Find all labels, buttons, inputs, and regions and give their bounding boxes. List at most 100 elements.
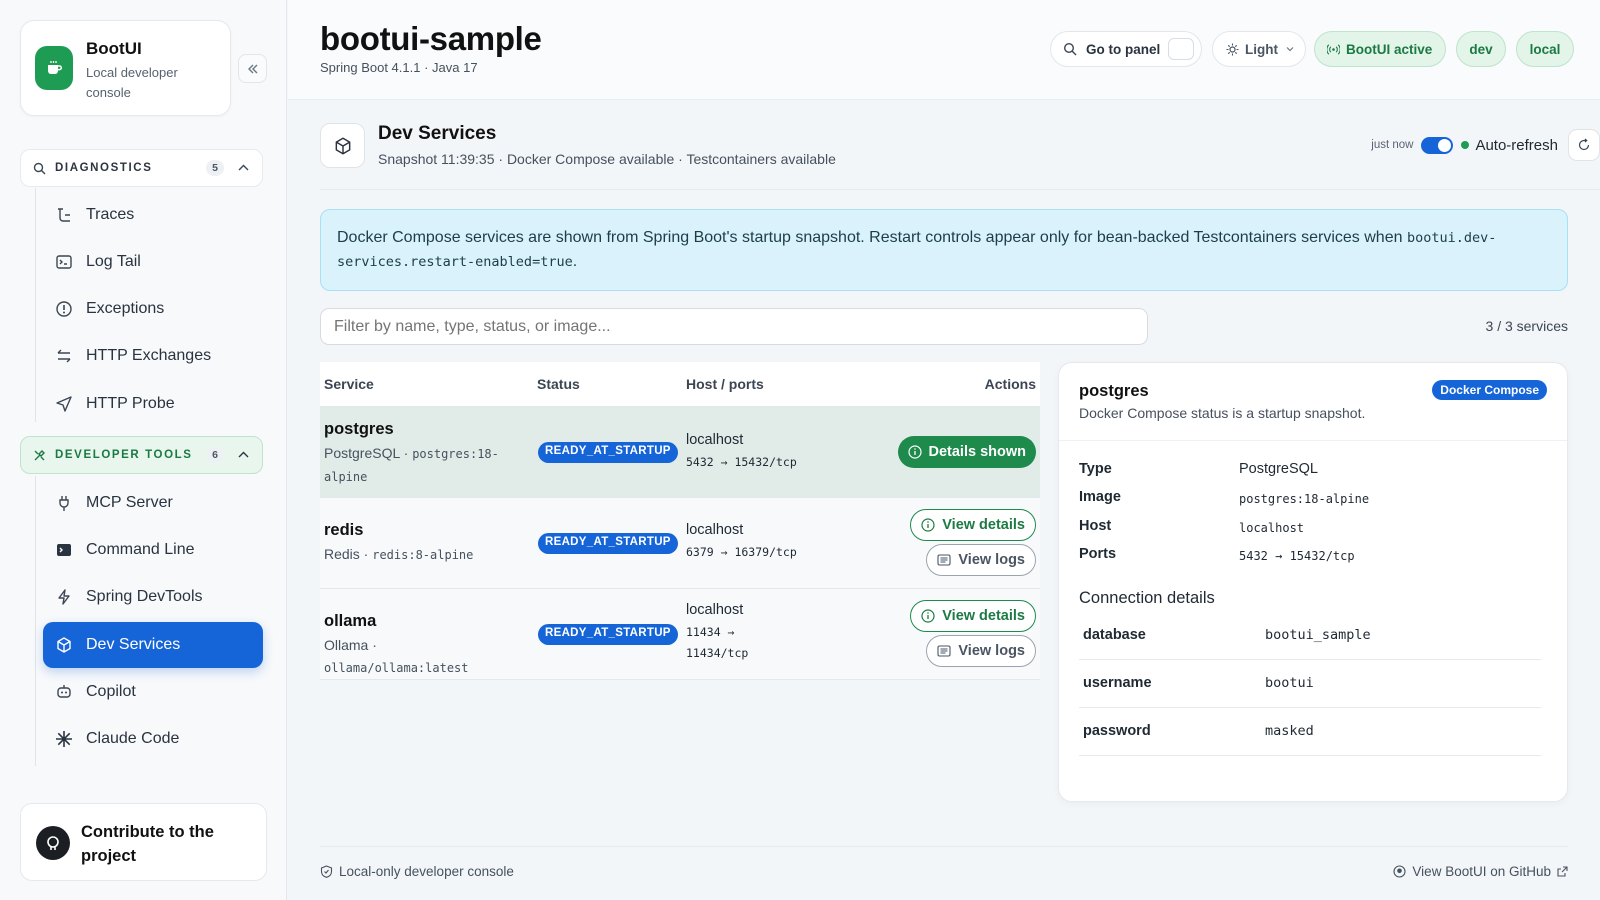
sun-icon [1226, 43, 1239, 55]
dev-services-header: Dev Services Snapshot 11:39:35 · Docker … [320, 120, 1600, 190]
sidebar-item-spring-devtools[interactable]: Spring DevTools [43, 574, 263, 620]
service-host: localhost [686, 602, 744, 618]
sidebar-item-label: Command Line [86, 541, 195, 558]
sidebar: BootUI Local developer console DIAGNOSTI… [0, 0, 287, 900]
sidebar-item-exceptions[interactable]: Exceptions [43, 286, 263, 332]
view-details-label: View details [942, 517, 1025, 533]
collapse-sidebar-button[interactable] [238, 54, 267, 83]
brand-card: BootUI Local developer console [20, 20, 231, 116]
service-ports-cont: 11434/tcp [686, 646, 749, 660]
table-header: Service Status Host / ports Actions [320, 362, 1040, 407]
chevron-up-icon [238, 451, 249, 458]
view-details-label: View details [942, 608, 1025, 624]
view-logs-button[interactable]: View logs [926, 544, 1036, 576]
live-status-dot [1461, 141, 1470, 149]
search-icon [1063, 42, 1077, 56]
connection-details-title: Connection details [1079, 589, 1215, 607]
banner-text: Docker Compose services are shown from S… [337, 229, 1407, 246]
detail-type-value: PostgreSQL [1239, 461, 1318, 477]
column-header-host: Host / ports [686, 376, 764, 392]
service-ports: 11434 → [686, 625, 735, 639]
cube-icon [320, 123, 365, 168]
traces-icon [54, 205, 74, 225]
column-header-actions: Actions [984, 376, 1036, 392]
details-shown-button[interactable]: Details shown [897, 436, 1036, 468]
plug-icon [54, 493, 74, 513]
go-to-panel-button[interactable]: Go to panel [1050, 31, 1202, 67]
detail-image-label: Image [1079, 489, 1121, 505]
sidebar-item-label: Claude Code [86, 730, 180, 747]
chevron-up-icon [238, 164, 249, 171]
alert-circle-icon [54, 299, 74, 319]
contribute-label: Contribute to the project [81, 823, 214, 865]
logs-icon [937, 644, 951, 658]
brand-title: BootUI [86, 39, 142, 58]
connection-row: database bootui_sample [1079, 612, 1541, 660]
sidebar-item-command-line[interactable]: Command Line [43, 527, 263, 573]
detail-image-value: postgres:18-alpine [1239, 492, 1370, 506]
github-link[interactable]: View BootUI on GitHub [1393, 864, 1568, 879]
robot-icon [54, 682, 74, 702]
status-badge: READY_AT_STARTUP [538, 624, 678, 645]
service-description: Redis · redis:8-alpine [324, 546, 474, 562]
github-icon [36, 826, 70, 860]
docker-compose-badge: Docker Compose [1432, 380, 1547, 400]
go-to-panel-label: Go to panel [1086, 41, 1161, 57]
table-row[interactable]: postgres PostgreSQL · postgres:18-alpine… [320, 407, 1040, 498]
theme-select[interactable]: Light [1212, 31, 1306, 67]
section-subtitle: Snapshot 11:39:35 · Docker Compose avail… [378, 151, 836, 167]
auto-refresh-toggle[interactable] [1421, 136, 1454, 154]
logs-icon [937, 553, 951, 567]
sidebar-item-label: HTTP Exchanges [86, 347, 212, 364]
diagnostics-group-toggle[interactable]: DIAGNOSTICS 5 [20, 149, 263, 187]
contribute-link[interactable]: Contribute to the project [20, 803, 267, 881]
sidebar-item-copilot[interactable]: Copilot [43, 669, 263, 715]
connection-key: username [1083, 675, 1152, 691]
sidebar-item-http-exchanges[interactable]: HTTP Exchanges [43, 333, 263, 379]
diagnostics-count-badge: 5 [206, 160, 224, 176]
developer-tools-group-toggle[interactable]: DEVELOPER TOOLS 6 [20, 436, 263, 474]
github-link-label: View BootUI on GitHub [1412, 864, 1551, 879]
table-row[interactable]: redis Redis · redis:8-alpine READY_AT_ST… [320, 498, 1040, 589]
table-row[interactable]: ollama Ollama · ollama/ollama:latest REA… [320, 589, 1040, 680]
sidebar-item-mcp-server[interactable]: MCP Server [43, 480, 263, 526]
sidebar-item-http-probe[interactable]: HTTP Probe [43, 381, 263, 427]
info-banner: Docker Compose services are shown from S… [320, 209, 1568, 291]
sidebar-item-label: Traces [86, 206, 135, 223]
service-count: 3 / 3 services [1485, 318, 1568, 334]
sidebar-item-claude-code[interactable]: Claude Code [43, 716, 263, 762]
sidebar-item-dev-services[interactable]: Dev Services [43, 622, 263, 668]
service-ports: 5432 → 15432/tcp [686, 455, 797, 469]
connection-key: database [1083, 627, 1146, 643]
status-badge: READY_AT_STARTUP [538, 442, 678, 463]
banner-end: . [572, 253, 578, 270]
service-description: PostgreSQL · postgres:18-alpine [324, 445, 499, 484]
shield-icon [320, 865, 333, 878]
refresh-button[interactable] [1568, 129, 1600, 161]
filter-input[interactable] [320, 308, 1148, 345]
sidebar-item-log-tail[interactable]: Log Tail [43, 239, 263, 285]
diagnostics-group-label: DIAGNOSTICS [55, 162, 153, 174]
sidebar-item-traces[interactable]: Traces [43, 192, 263, 238]
connection-value: bootui [1265, 675, 1314, 691]
tree-line [35, 476, 36, 766]
column-header-status: Status [537, 376, 580, 392]
details-shown-label: Details shown [928, 444, 1027, 460]
tree-line [35, 188, 36, 422]
refresh-controls: just now Auto-refresh [1371, 129, 1600, 161]
view-details-button[interactable]: View details [910, 600, 1036, 632]
sidebar-item-label: HTTP Probe [86, 395, 175, 412]
detail-host-label: Host [1079, 518, 1112, 534]
services-table: Service Status Host / ports Actions post… [320, 362, 1040, 680]
service-ports: 6379 → 16379/tcp [686, 545, 797, 559]
status-badge: READY_AT_STARTUP [538, 533, 678, 554]
footer-note: Local-only developer console [320, 864, 514, 879]
chevrons-left-icon [247, 64, 257, 73]
external-link-icon [1557, 866, 1568, 877]
detail-type-label: Type [1079, 461, 1112, 477]
view-logs-button[interactable]: View logs [926, 635, 1036, 667]
sparkle-icon [54, 729, 74, 749]
view-details-button[interactable]: View details [910, 509, 1036, 541]
info-icon [907, 445, 922, 459]
info-icon [921, 609, 935, 623]
